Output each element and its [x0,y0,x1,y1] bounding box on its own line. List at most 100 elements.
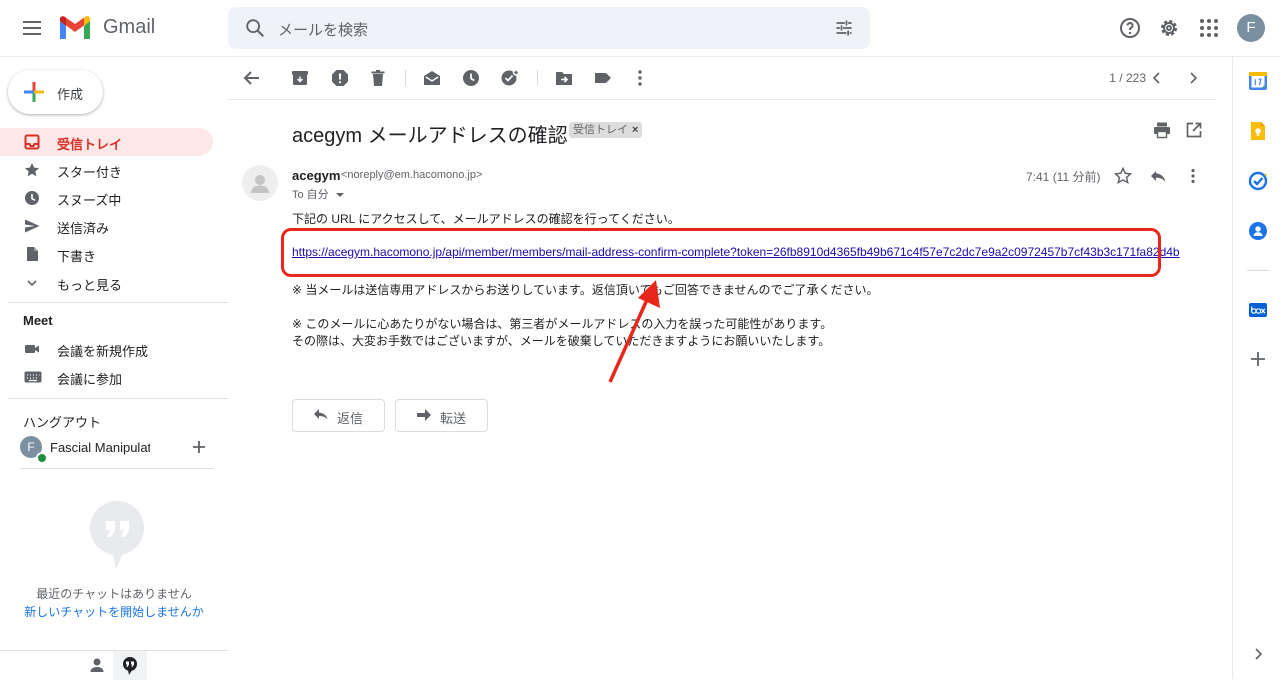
message-subject: acegym メールアドレスの確認 [292,125,568,147]
newer-chevron-left-icon[interactable] [1149,70,1165,86]
recipient-label: To 自分 [292,189,329,201]
keep-icon[interactable] [1248,121,1268,141]
delete-trash-icon[interactable] [368,68,388,88]
plus-icon [22,80,46,104]
message-note-2: ※ このメールに心あたりがない場合は、第三者がメールアドレスの入力を誤った可能性… [292,317,833,331]
search-options-icon[interactable] [834,17,854,39]
message-note-1: ※ 当メールは送信専用アドレスからお送りしています。返信頂いてもご回答できません… [292,283,879,297]
open-in-new-window-icon[interactable] [1185,121,1203,139]
reply-label: 返信 [337,411,364,426]
hangouts-user-name: Fascial Manipulation [50,440,150,455]
search-bar[interactable]: メールを検索 [228,7,870,49]
start-new-chat-link[interactable]: 新しいチャットを開始しませんか [0,603,228,620]
add-to-tasks-icon[interactable] [500,68,520,88]
top-bar: Gmail メールを検索 F [0,0,1280,57]
search-icon[interactable] [244,17,266,39]
sidebar-item-more[interactable]: もっと見る [0,269,213,297]
box-addon-icon[interactable] [1248,300,1268,320]
search-placeholder[interactable]: メールを検索 [278,19,368,40]
inbox-icon [24,134,40,150]
label-chip-text: 受信トレイ [573,124,628,136]
settings-gear-icon[interactable] [1157,16,1181,40]
divider [20,468,214,469]
expand-panel-chevron-right-icon[interactable] [1248,644,1268,664]
sidebar-item-starred[interactable]: スター付き [0,156,213,184]
no-chats-message: 最近のチャットはありません [36,587,192,601]
forward-button[interactable]: 転送 [395,399,488,432]
star-icon [24,162,40,178]
apps-grid-icon[interactable] [1197,16,1221,40]
forward-label: 転送 [440,411,467,426]
add-chat-plus-icon[interactable] [191,439,207,455]
star-outline-icon[interactable] [1114,167,1132,185]
main-menu-icon[interactable] [20,16,44,40]
sidebar-item-inbox[interactable]: 受信トレイ [0,128,213,156]
side-panel-divider [1247,270,1269,271]
message-note-3: その際は、大変お手数ではございますが、メールを破棄していただきますようにお願いい… [292,334,831,348]
sidebar-item-sent[interactable]: 送信済み [0,212,213,240]
meet-section-title: Meet [23,313,53,328]
meet-item-label: 会議を新規作成 [57,344,149,359]
compose-label: 作成 [57,87,84,102]
tasks-icon[interactable] [1248,171,1268,191]
inbox-label-chip[interactable]: 受信トレイ × [569,122,643,138]
draft-file-icon [24,246,40,262]
side-panel [1232,56,1280,679]
account-avatar[interactable]: F [1237,14,1265,42]
chevron-down-icon [24,275,40,291]
move-to-folder-icon[interactable] [554,68,574,88]
calendar-icon[interactable] [1248,71,1268,91]
sidebar-item-label: もっと見る [57,278,123,293]
sidebar-item-label: 送信済み [57,221,110,236]
meet-item-label: 会議に参加 [57,372,123,387]
annotation-highlight-box [281,228,1161,277]
divider [8,398,228,399]
sidebar-item-snoozed[interactable]: スヌーズ中 [0,184,213,212]
sidebar-bottom-tabs [0,650,228,680]
hangouts-tab-icon[interactable] [113,651,147,680]
back-arrow-icon[interactable] [242,68,262,88]
snooze-clock-icon[interactable] [461,68,481,88]
archive-icon[interactable] [290,68,310,88]
send-icon [24,218,40,234]
reply-arrow-icon[interactable] [1149,167,1167,185]
hangouts-section-title: ハングアウト [23,415,102,430]
reply-icon [313,408,329,422]
hangouts-quote-icon [90,501,144,569]
clock-icon [24,190,40,206]
annotation-arrow-icon [600,278,670,388]
meet-join-meeting[interactable]: 会議に参加 [0,363,213,391]
contacts-person-icon[interactable] [80,651,114,680]
more-vert-icon[interactable] [630,68,650,88]
add-addon-plus-icon[interactable] [1248,349,1268,369]
message-intro: 下記の URL にアクセスして、メールアドレスの確認を行ってください。 [292,212,680,226]
remove-label-icon[interactable]: × [632,124,638,136]
sender-avatar[interactable] [242,165,278,201]
mark-unread-icon[interactable] [422,68,442,88]
recipient-details[interactable]: To 自分 [292,186,344,202]
compose-button[interactable]: 作成 [8,70,103,114]
caret-down-icon[interactable] [335,192,344,198]
meet-new-meeting[interactable]: 会議を新規作成 [0,335,213,363]
help-icon[interactable] [1118,16,1142,40]
older-chevron-right-icon[interactable] [1185,70,1201,86]
sender-email: <noreply@em.hacomono.jp> [341,169,483,181]
sidebar-item-drafts[interactable]: 下書き [0,240,213,268]
contacts-icon[interactable] [1248,221,1268,241]
message-toolbar: 1 / 223 [228,56,1216,100]
gmail-logo-icon[interactable] [58,15,92,41]
message-timestamp: 7:41 (11 分前) [1026,170,1101,184]
hangouts-user[interactable]: F Fascial Manipulation [20,436,215,464]
app-name[interactable]: Gmail [103,16,155,39]
sidebar-item-label: スター付き [57,165,123,180]
reply-button[interactable]: 返信 [292,399,385,432]
keyboard-icon [24,369,42,385]
report-spam-icon[interactable] [330,68,350,88]
sidebar-item-label: 受信トレイ [57,137,123,152]
message-more-vert-icon[interactable] [1184,167,1202,185]
print-icon[interactable] [1153,121,1171,139]
online-status-indicator [36,452,48,464]
pager-count: 1 / 223 [1109,71,1146,85]
label-tag-icon[interactable] [593,68,613,88]
video-camera-icon [24,341,40,357]
